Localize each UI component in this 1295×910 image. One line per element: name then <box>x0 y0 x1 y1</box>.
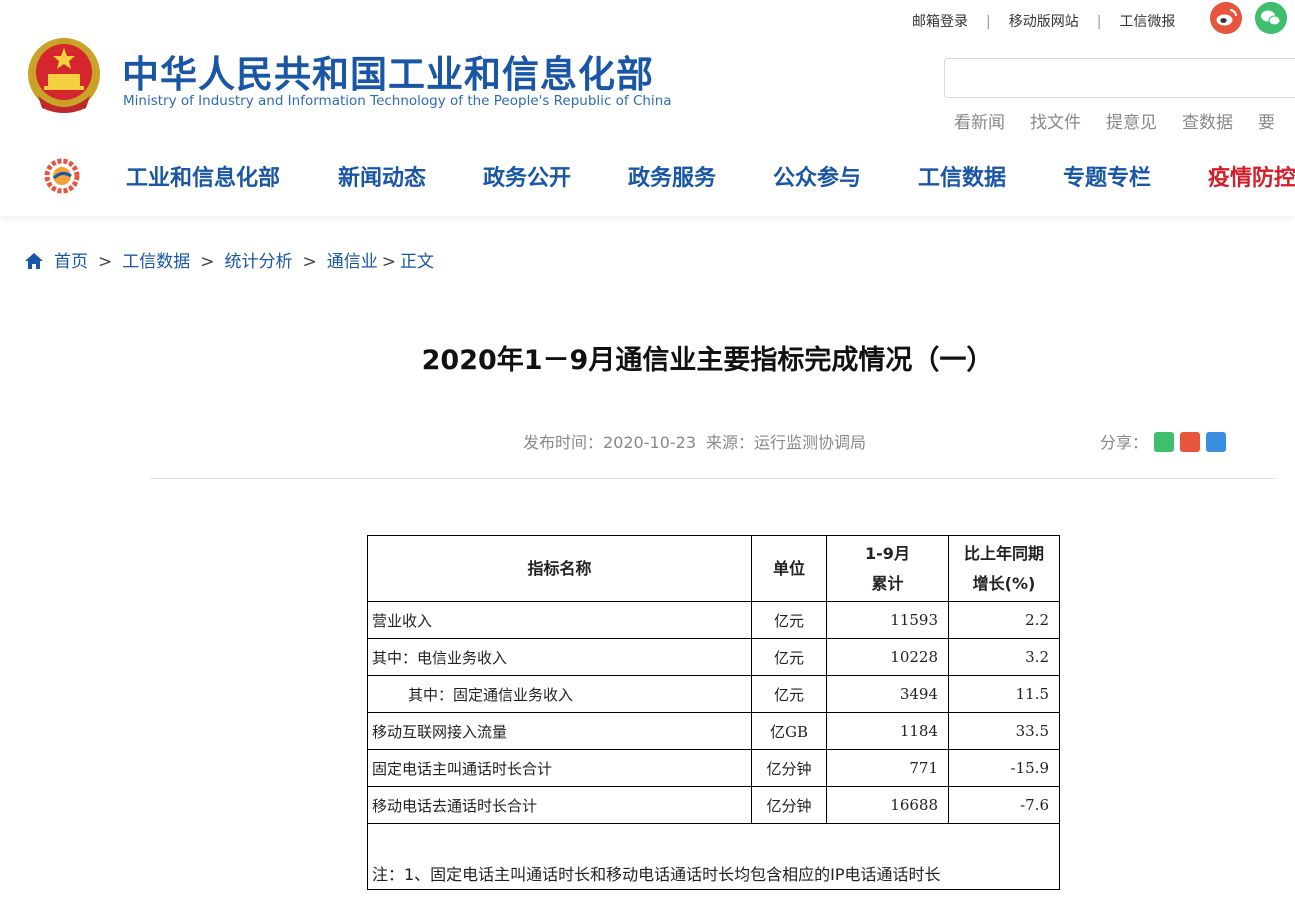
source-label: 来源： <box>706 433 755 452</box>
table-note-row: 注：1、固定电话主叫通话时长和移动电话通话时长均包含相应的IP电话通话时长 <box>367 823 1060 890</box>
ministry-logo-icon[interactable] <box>44 158 80 194</box>
table-row: 固定电话主叫通话时长合计 亿分钟 771 -15.9 <box>367 749 1060 787</box>
share-qq-icon[interactable] <box>1206 432 1227 452</box>
row-value: 11593 <box>826 601 949 639</box>
row-name: 移动电话去通话时长合计 <box>367 786 752 824</box>
mobile-site-link[interactable]: 移动版网站 <box>1009 11 1079 31</box>
site-subtitle: Ministry of Industry and Information Tec… <box>123 93 672 109</box>
breadcrumb-separator: > <box>200 252 215 272</box>
table-row: 其中：固定通信业务收入 亿元 3494 11.5 <box>367 675 1060 713</box>
row-unit: 亿分钟 <box>751 786 827 824</box>
share-weibo-icon[interactable] <box>1180 432 1201 452</box>
publish-date: 2020-10-23 <box>603 433 696 452</box>
table-row: 移动互联网接入流量 亿GB 1184 33.5 <box>367 712 1060 750</box>
separator: | <box>986 14 991 30</box>
weibao-link[interactable]: 工信微报 <box>1119 11 1175 31</box>
share-bar: 分享： <box>1100 429 1227 453</box>
national-emblem-icon[interactable] <box>24 34 104 118</box>
row-growth: 3.2 <box>948 638 1060 676</box>
table-header-row: 指标名称 单位 1-9月 累计 比上年同期 增长(%) <box>367 535 1060 602</box>
row-value: 16688 <box>826 786 949 824</box>
nav-item-epidemic[interactable]: 疫情防控 <box>1208 160 1295 192</box>
row-name: 固定电话主叫通话时长合计 <box>367 749 752 787</box>
article-title: 2020年1－9月通信业主要指标完成情况（一） <box>421 345 994 376</box>
site-title[interactable]: 中华人民共和国工业和信息化部 <box>122 44 654 98</box>
quick-link-news[interactable]: 看新闻 <box>954 113 1005 133</box>
publish-label: 发布时间： <box>523 433 604 452</box>
table-row: 营业收入 亿元 11593 2.2 <box>367 601 1060 639</box>
row-unit: 亿GB <box>751 712 827 750</box>
row-name: 其中：固定通信业务收入 <box>367 675 752 713</box>
breadcrumb-telecom[interactable]: 通信业 <box>327 252 378 272</box>
header-growth-line1: 比上年同期 <box>963 543 1044 563</box>
share-wechat-icon[interactable] <box>1154 432 1175 452</box>
quick-link-documents[interactable]: 找文件 <box>1030 113 1081 133</box>
header-growth-line2: 增长(%) <box>972 573 1036 593</box>
site-header: 中华人民共和国工业和信息化部 Ministry of Industry and … <box>0 0 1295 216</box>
table-note: 注：1、固定电话主叫通话时长和移动电话通话时长均包含相应的IP电话通话时长 <box>367 823 1060 890</box>
header-growth: 比上年同期 增长(%) <box>948 535 1060 602</box>
weibo-icon[interactable] <box>1210 2 1242 34</box>
row-value: 3494 <box>826 675 949 713</box>
row-name: 移动互联网接入流量 <box>367 712 752 750</box>
top-links: 邮箱登录 | 移动版网站 | 工信微报 <box>912 11 1175 31</box>
row-growth: -7.6 <box>948 786 1060 824</box>
row-growth: 33.5 <box>948 712 1060 750</box>
nav-item-topics[interactable]: 专题专栏 <box>1063 160 1151 192</box>
search-input[interactable] <box>944 58 1295 98</box>
breadcrumb-separator: > <box>302 252 317 272</box>
table-row: 其中：电信业务收入 亿元 10228 3.2 <box>367 638 1060 676</box>
wechat-icon[interactable] <box>1255 2 1287 34</box>
header-unit: 单位 <box>751 535 827 602</box>
header-cumulative-line1: 1-9月 <box>865 543 910 563</box>
header-cumulative-line2: 累计 <box>871 573 904 593</box>
row-value: 10228 <box>826 638 949 676</box>
nav-item-services[interactable]: 政务服务 <box>628 160 716 192</box>
row-value: 1184 <box>826 712 949 750</box>
row-unit: 亿元 <box>751 675 827 713</box>
share-label: 分享： <box>1100 433 1149 452</box>
header-name: 指标名称 <box>367 535 752 602</box>
breadcrumb-current: 正文 <box>400 252 434 272</box>
row-unit: 亿分钟 <box>751 749 827 787</box>
row-growth: 2.2 <box>948 601 1060 639</box>
breadcrumb-separator: > <box>381 252 396 272</box>
nav-item-data[interactable]: 工信数据 <box>918 160 1006 192</box>
nav-item-government-affairs[interactable]: 政务公开 <box>483 160 571 192</box>
home-icon[interactable] <box>24 252 44 270</box>
quick-link-feedback[interactable]: 提意见 <box>1106 113 1157 133</box>
header-cumulative: 1-9月 累计 <box>826 535 949 602</box>
source-name: 运行监测协调局 <box>754 433 867 452</box>
breadcrumb-separator: > <box>98 252 113 272</box>
nav-item-participation[interactable]: 公众参与 <box>773 160 861 192</box>
divider <box>150 478 1276 479</box>
nav-item-ministry[interactable]: 工业和信息化部 <box>126 160 280 192</box>
row-name: 营业收入 <box>367 601 752 639</box>
quick-link-more[interactable]: 要 <box>1258 113 1275 133</box>
quick-link-data[interactable]: 查数据 <box>1182 113 1233 133</box>
row-growth: -15.9 <box>948 749 1060 787</box>
breadcrumb: 首页 > 工信数据 > 统计分析 > 通信业 > 正文 <box>24 247 434 272</box>
row-name: 其中：电信业务收入 <box>367 638 752 676</box>
article-meta: 发布时间：2020-10-23 来源：运行监测协调局 <box>523 429 866 453</box>
quick-links: 看新闻 找文件 提意见 查数据 要 <box>954 108 1295 133</box>
row-value: 771 <box>826 749 949 787</box>
breadcrumb-data[interactable]: 工信数据 <box>122 252 190 272</box>
breadcrumb-analysis[interactable]: 统计分析 <box>225 252 293 272</box>
table-row: 移动电话去通话时长合计 亿分钟 16688 -7.6 <box>367 786 1060 824</box>
indicator-table: 指标名称 单位 1-9月 累计 比上年同期 增长(%) 营业收入 亿元 1159… <box>367 535 1060 890</box>
separator: | <box>1096 14 1102 30</box>
row-unit: 亿元 <box>751 638 827 676</box>
breadcrumb-home[interactable]: 首页 <box>54 252 88 272</box>
mail-login-link[interactable]: 邮箱登录 <box>912 11 968 31</box>
row-unit: 亿元 <box>751 601 827 639</box>
nav-item-news[interactable]: 新闻动态 <box>338 160 426 192</box>
row-growth: 11.5 <box>948 675 1060 713</box>
